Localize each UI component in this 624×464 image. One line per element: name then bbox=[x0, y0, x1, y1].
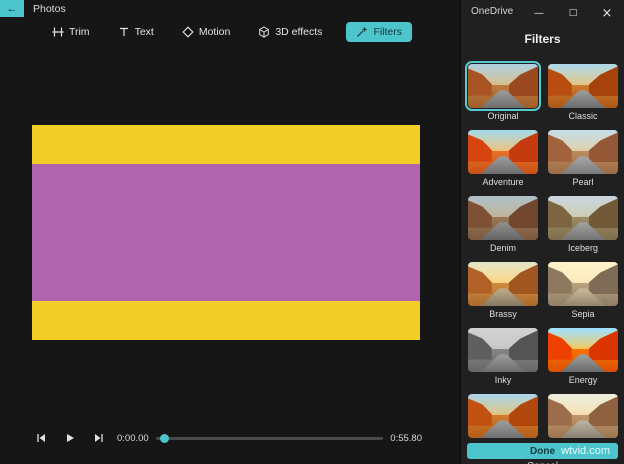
watermark: wtvid.com bbox=[561, 445, 610, 457]
trim-icon bbox=[52, 26, 64, 38]
toolbar-label: Filters bbox=[373, 26, 403, 38]
toolbar-label: Trim bbox=[68, 26, 90, 38]
filter-option-original[interactable]: Original bbox=[465, 61, 541, 122]
maximize-button[interactable]: □ bbox=[556, 0, 590, 26]
filter-thumbnail bbox=[548, 196, 618, 240]
window-title: OneDrive bbox=[471, 6, 514, 17]
close-icon: × bbox=[601, 5, 613, 21]
filter-label: Adventure bbox=[482, 177, 524, 187]
filter-option-classic[interactable]: Classic bbox=[548, 64, 618, 122]
close-button[interactable]: × bbox=[590, 0, 624, 26]
filter-label: Sepia bbox=[571, 309, 595, 319]
filter-option-pearl[interactable]: Pearl bbox=[548, 130, 618, 188]
filter-label: Inky bbox=[494, 375, 512, 385]
toolbar-trim-button[interactable]: Trim bbox=[48, 23, 94, 41]
filter-thumbnail bbox=[548, 394, 618, 438]
filters-panel: OneDrive — □ × Filters Original Classic bbox=[460, 0, 624, 464]
toolbar-3d-effects-button[interactable]: 3D effects bbox=[254, 23, 326, 41]
filter-thumbnail bbox=[465, 61, 541, 111]
filters-heading: Filters bbox=[524, 32, 561, 46]
filter-option-sepia[interactable]: Sepia bbox=[548, 262, 618, 320]
duration: 0:55.80 bbox=[390, 432, 422, 444]
filter-thumbnail bbox=[468, 394, 538, 438]
filter-option-brassy[interactable]: Brassy bbox=[468, 262, 538, 320]
filters-wand-icon bbox=[356, 26, 368, 38]
panel-titlebar: OneDrive — □ × bbox=[461, 0, 624, 26]
photos-app-window: ← Photos Trim Text Motion 3D effects Fil… bbox=[0, 0, 624, 464]
filter-label: Energy bbox=[568, 375, 598, 385]
filter-option-iceberg[interactable]: Iceberg bbox=[548, 196, 618, 254]
motion-icon bbox=[182, 26, 194, 38]
filter-label: Brassy bbox=[489, 309, 517, 319]
play-icon bbox=[67, 434, 74, 442]
filter-option-inky[interactable]: Inky bbox=[468, 328, 538, 386]
filter-thumbnail bbox=[468, 196, 538, 240]
filter-option-denim[interactable]: Denim bbox=[468, 196, 538, 254]
next-frame-button[interactable] bbox=[88, 428, 110, 448]
seek-track bbox=[155, 437, 384, 440]
minimize-button[interactable]: — bbox=[522, 0, 556, 26]
toolbar-filters-button[interactable]: Filters bbox=[346, 22, 413, 42]
previous-frame-icon bbox=[37, 434, 45, 442]
playback-controls: 0:00.00 0:55.80 bbox=[30, 427, 422, 449]
seek-knob[interactable] bbox=[160, 434, 170, 443]
seek-slider[interactable] bbox=[155, 431, 384, 445]
filter-label: Iceberg bbox=[567, 243, 599, 253]
filter-thumbnail bbox=[548, 262, 618, 306]
toolbar-text-button[interactable]: Text bbox=[114, 23, 158, 41]
toolbar-motion-button[interactable]: Motion bbox=[178, 23, 235, 41]
filter-thumbnail bbox=[548, 328, 618, 372]
filter-option-adventure[interactable]: Adventure bbox=[468, 130, 538, 188]
preview-band-top bbox=[32, 125, 420, 164]
play-button[interactable] bbox=[59, 428, 81, 448]
filter-label: Pearl bbox=[572, 177, 594, 187]
filter-thumbnail bbox=[548, 130, 618, 174]
filter-label: Original bbox=[487, 111, 519, 121]
minimize-icon: — bbox=[534, 7, 544, 19]
video-preview bbox=[32, 125, 420, 340]
filter-thumbnail bbox=[548, 64, 618, 108]
toolbar-label: Motion bbox=[198, 26, 231, 38]
next-frame-icon bbox=[95, 434, 103, 442]
filter-thumbnail bbox=[468, 328, 538, 372]
text-icon bbox=[118, 26, 130, 38]
filter-label: Classic bbox=[568, 111, 598, 121]
filter-option-energy[interactable]: Energy bbox=[548, 328, 618, 386]
back-arrow-icon: ← bbox=[6, 2, 18, 15]
filter-thumbnail bbox=[468, 130, 538, 174]
window-controls: — □ × bbox=[522, 0, 624, 26]
preview-band-middle bbox=[32, 163, 420, 302]
toolbar-label: 3D effects bbox=[275, 26, 323, 38]
current-time: 0:00.00 bbox=[117, 432, 149, 444]
previous-frame-button[interactable] bbox=[30, 428, 52, 448]
filter-thumbnail bbox=[468, 262, 538, 306]
editor-main: ← Photos Trim Text Motion 3D effects Fil… bbox=[0, 0, 460, 464]
editor-toolbar: Trim Text Motion 3D effects Filters bbox=[0, 20, 460, 44]
filter-grid: Original Classic Adventure Pearl Denim I… bbox=[465, 61, 618, 452]
cancel-button[interactable]: Cancel bbox=[467, 459, 618, 464]
preview-band-bottom bbox=[32, 301, 420, 340]
maximize-icon: □ bbox=[568, 8, 578, 18]
back-button[interactable]: ← bbox=[0, 0, 24, 17]
cube-3d-icon bbox=[258, 26, 270, 38]
filter-label: Denim bbox=[489, 243, 516, 253]
app-title: Photos bbox=[33, 3, 66, 15]
toolbar-label: Text bbox=[134, 26, 154, 38]
